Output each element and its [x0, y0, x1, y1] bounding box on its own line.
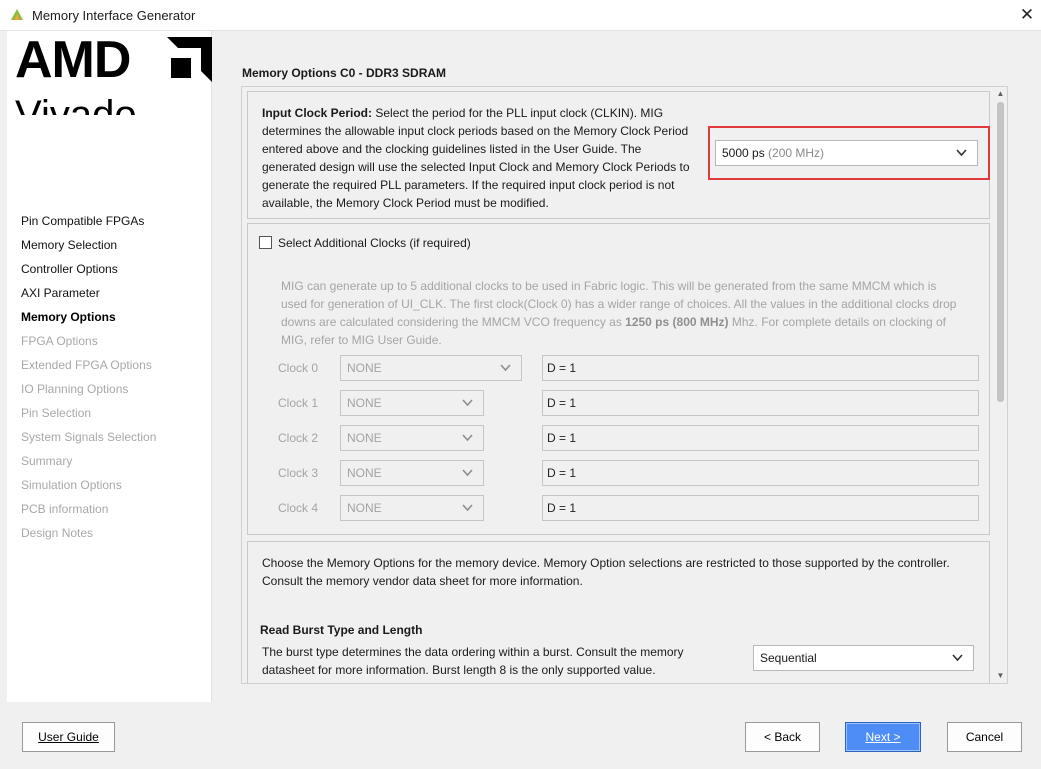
- nav-item-memory-selection[interactable]: Memory Selection: [21, 237, 156, 261]
- scroll-up-icon[interactable]: ▲: [994, 88, 1007, 100]
- nav-item-axi-parameter[interactable]: AXI Parameter: [21, 285, 156, 309]
- options-scroll-area: Input Clock Period: Select the period fo…: [241, 86, 1008, 684]
- input-clock-desc-line: generate the required PLL parameters. If…: [262, 178, 675, 192]
- clock-4-label: Clock 4: [278, 501, 319, 515]
- info-line: MIG can generate up to 5 additional cloc…: [281, 279, 937, 293]
- nav-item-fpga-options: FPGA Options: [21, 334, 98, 348]
- clock-1-label: Clock 1: [278, 396, 319, 410]
- input-clock-freq: (200 MHz): [768, 146, 825, 160]
- clock-3-value: NONE: [347, 466, 382, 480]
- intro-line: Choose the Memory Options for the memory…: [262, 556, 950, 570]
- next-button[interactable]: Next >: [845, 722, 921, 752]
- additional-clocks-info: MIG can generate up to 5 additional cloc…: [281, 277, 986, 349]
- info-line: MIG, refer to MIG User Guide.: [281, 333, 442, 347]
- nav-item-pin-selection: Pin Selection: [21, 406, 92, 420]
- clock-0-select: NONE: [340, 355, 522, 381]
- vivado-app-icon: [11, 9, 23, 20]
- page-title: Memory Options C0 - DDR3 SDRAM: [242, 66, 447, 80]
- clock-4-value: NONE: [347, 501, 382, 515]
- vertical-scrollbar[interactable]: ▲ ▼: [994, 88, 1007, 682]
- nav-item-system-signals-selection: System Signals Selection: [21, 430, 157, 444]
- input-clock-period-select[interactable]: 5000 ps (200 MHz): [715, 140, 978, 166]
- info-line: downs are calculated considering the MMC…: [281, 313, 986, 331]
- close-icon[interactable]: ✕: [1014, 4, 1040, 26]
- memory-options-panel: Choose the Memory Options for the memory…: [247, 541, 990, 683]
- vivado-logo-text: Vivado: [15, 93, 137, 115]
- burst-description: The burst type determines the data order…: [262, 643, 732, 679]
- chevron-down-icon: [462, 469, 473, 477]
- clock-3-label: Clock 3: [278, 466, 319, 480]
- chevron-down-icon: [462, 399, 473, 407]
- clock-0-divider: D = 1: [542, 355, 979, 381]
- nav-item-pcb-information: PCB information: [21, 502, 109, 516]
- input-clock-panel: Input Clock Period: Select the period fo…: [247, 91, 990, 219]
- input-clock-desc-line: available, the Memory Clock Period must …: [262, 196, 549, 210]
- vco-frequency: 1250 ps (800 MHz): [625, 315, 729, 329]
- burst-desc-line: datasheet for more information. Burst le…: [262, 663, 656, 677]
- input-clock-desc-line: generated design will use the selected I…: [262, 160, 690, 174]
- user-guide-button[interactable]: User Guide: [22, 722, 115, 752]
- scroll-down-icon[interactable]: ▼: [994, 670, 1007, 682]
- memory-options-intro: Choose the Memory Options for the memory…: [262, 554, 982, 590]
- clock-4-select: NONE: [340, 495, 484, 521]
- chevron-down-icon: [500, 364, 511, 372]
- chevron-down-icon: [462, 434, 473, 442]
- nav-item-io-planning-options: IO Planning Options: [21, 382, 129, 396]
- amd-arrow-icon: [167, 37, 212, 82]
- back-button[interactable]: < Back: [745, 722, 820, 752]
- nav-item-summary: Summary: [21, 454, 73, 468]
- burst-heading: Read Burst Type and Length: [260, 623, 423, 637]
- chevron-down-icon: [462, 504, 473, 512]
- clock-3-divider: D = 1: [542, 460, 979, 486]
- burst-type-select[interactable]: Sequential: [753, 645, 974, 671]
- next-label: Next >: [865, 730, 901, 744]
- input-clock-heading: Input Clock Period:: [262, 106, 373, 120]
- nav-item-pin-compatible-fpgas[interactable]: Pin Compatible FPGAs: [21, 213, 156, 237]
- user-guide-label: User Guide: [38, 730, 99, 744]
- cancel-button[interactable]: Cancel: [947, 722, 1022, 752]
- input-clock-value: 5000 ps: [722, 146, 765, 160]
- input-clock-description: Input Clock Period: Select the period fo…: [262, 104, 712, 212]
- clock-2-select: NONE: [340, 425, 484, 451]
- clock-1-select: NONE: [340, 390, 484, 416]
- clock-3-select: NONE: [340, 460, 484, 486]
- nav-item-extended-fpga-options: Extended FPGA Options: [21, 358, 152, 372]
- additional-clocks-panel: Select Additional Clocks (if required) M…: [247, 223, 990, 535]
- clock-2-value: NONE: [347, 431, 382, 445]
- burst-desc-line: The burst type determines the data order…: [262, 645, 684, 659]
- back-label: < Back: [763, 730, 802, 744]
- clock-0-value: NONE: [347, 361, 382, 375]
- chevron-down-icon: [956, 149, 967, 157]
- info-line-text: downs are calculated considering the MMC…: [281, 315, 626, 329]
- nav-item-simulation-options: Simulation Options: [21, 478, 122, 492]
- window-title: Memory Interface Generator: [32, 8, 196, 23]
- intro-line: Consult the memory vendor data sheet for…: [262, 574, 583, 588]
- clock-1-value: NONE: [347, 396, 382, 410]
- amd-logo-text: AMD: [15, 37, 131, 89]
- additional-clocks-checkbox[interactable]: [259, 236, 272, 249]
- brand-logo: AMD Vivado: [15, 37, 212, 115]
- nav-item-memory-options[interactable]: Memory Options: [21, 309, 156, 333]
- clock-2-label: Clock 2: [278, 431, 319, 445]
- input-clock-desc-line: determines the allowable input clock per…: [262, 124, 689, 138]
- chevron-down-icon: [952, 654, 963, 662]
- clock-0-label: Clock 0: [278, 361, 319, 375]
- input-clock-desc-line: Select the period for the PLL input cloc…: [372, 106, 664, 120]
- clock-4-divider: D = 1: [542, 495, 979, 521]
- scrollbar-thumb[interactable]: [997, 102, 1004, 402]
- clock-2-divider: D = 1: [542, 425, 979, 451]
- additional-clocks-label[interactable]: Select Additional Clocks (if required): [278, 234, 471, 252]
- nav-item-design-notes: Design Notes: [21, 526, 94, 540]
- nav-item-controller-options[interactable]: Controller Options: [21, 261, 156, 285]
- clock-1-divider: D = 1: [542, 390, 979, 416]
- burst-type-value: Sequential: [760, 651, 817, 665]
- wizard-steps: Pin Compatible FPGAs Memory Selection Co…: [21, 213, 156, 549]
- info-line-text: Mhz. For complete details on clocking of: [728, 315, 946, 329]
- input-clock-desc-line: entered above and the clocking guideline…: [262, 142, 642, 156]
- cancel-label: Cancel: [965, 730, 1004, 744]
- info-line: used for generation of UI_CLK. The first…: [281, 297, 957, 311]
